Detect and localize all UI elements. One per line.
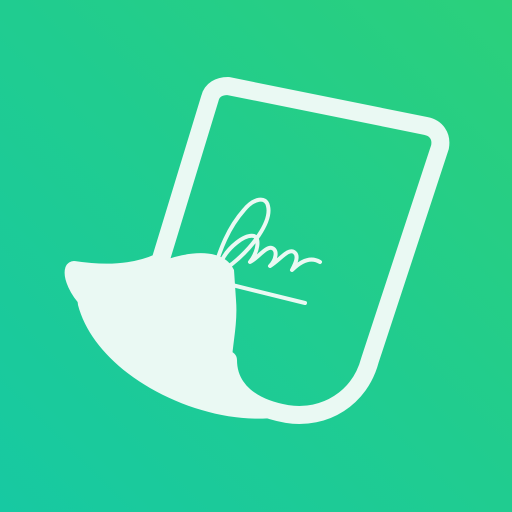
app-icon: [0, 0, 512, 512]
document-signature-icon: [64, 77, 450, 424]
document-curl: [74, 253, 294, 419]
signature-scribble: [212, 197, 322, 272]
